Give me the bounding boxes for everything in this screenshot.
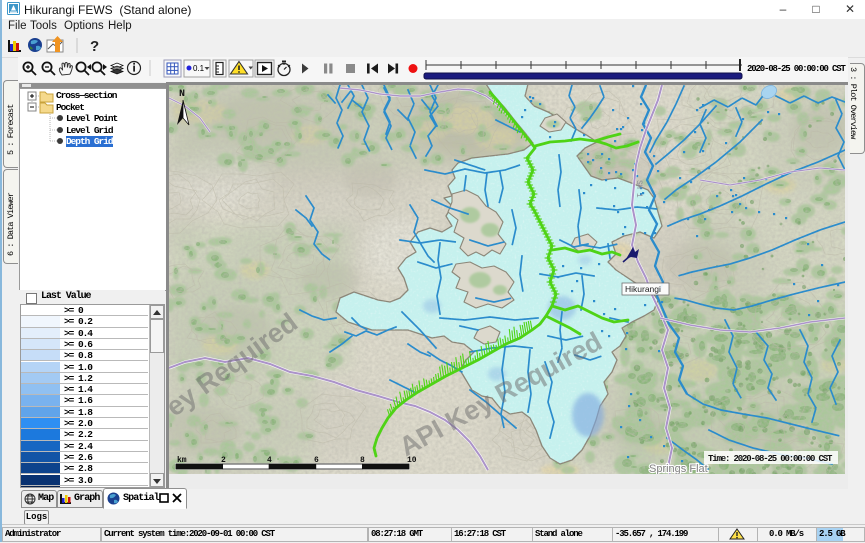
svg-text:6: 6: [314, 456, 319, 465]
svg-text:Springs Flat: Springs Flat: [649, 463, 708, 474]
svg-text:km: km: [177, 456, 187, 465]
svg-text:SH 1: SH 1: [634, 180, 643, 198]
svg-text:Time: 2020-08-25 00:00:00 CST: Time: 2020-08-25 00:00:00 CST: [708, 454, 833, 464]
svg-text:4: 4: [267, 456, 272, 465]
svg-text:?: ?: [90, 38, 99, 55]
svg-text:0.1: 0.1: [193, 64, 205, 73]
svg-text:8: 8: [360, 456, 365, 465]
svg-text:2: 2: [221, 456, 226, 465]
svg-text:N: N: [179, 89, 185, 100]
svg-text:Hikurangi: Hikurangi: [625, 284, 661, 294]
